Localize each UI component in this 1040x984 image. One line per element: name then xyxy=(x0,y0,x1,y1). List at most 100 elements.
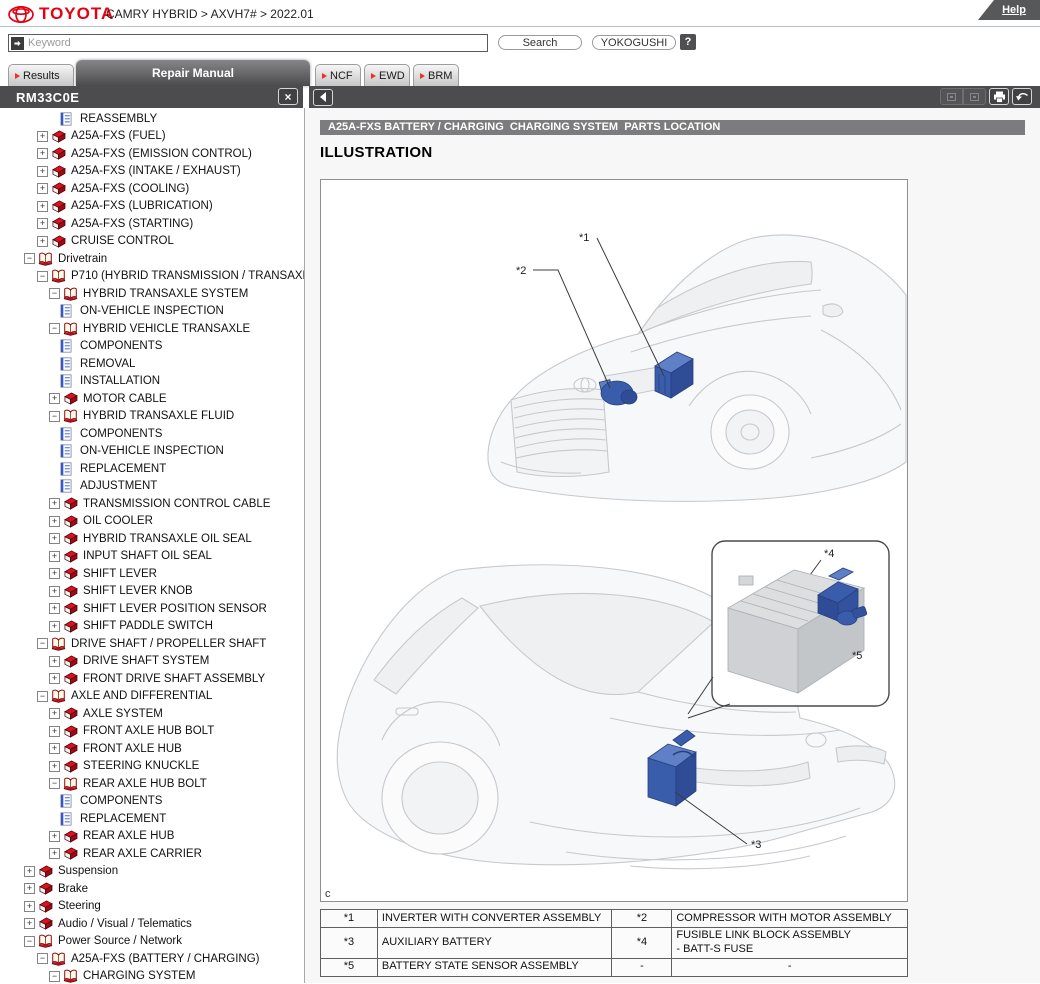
expand-box-icon[interactable]: + xyxy=(49,726,60,737)
tree-item-label[interactable]: Drivetrain xyxy=(58,253,107,265)
tree-item[interactable]: +A25A-FXS (INTAKE / EXHAUST) xyxy=(0,163,304,181)
expand-box-icon[interactable]: + xyxy=(49,708,60,719)
tree-item[interactable]: +A25A-FXS (EMISSION CONTROL) xyxy=(0,145,304,163)
tree-item[interactable]: ADJUSTMENT xyxy=(0,478,304,496)
tree-item[interactable]: −Power Source / Network xyxy=(0,933,304,951)
print-button[interactable] xyxy=(989,88,1009,105)
expand-box-icon[interactable]: + xyxy=(24,883,35,894)
keyword-input[interactable] xyxy=(24,37,487,49)
expand-box-icon[interactable]: + xyxy=(49,568,60,579)
help-button[interactable]: Help xyxy=(978,0,1040,20)
collapse-box-icon[interactable]: − xyxy=(49,288,60,299)
tree-item[interactable]: + SHIFT LEVER KNOB xyxy=(0,583,304,601)
tree-item-label[interactable]: OIL COOLER xyxy=(83,515,153,527)
tree-item-label[interactable]: Audio / Visual / Telematics xyxy=(58,918,192,930)
tree-item-label[interactable]: Brake xyxy=(58,883,88,895)
collapse-box-icon[interactable]: − xyxy=(37,953,48,964)
tree-item-label[interactable]: ON-VEHICLE INSPECTION xyxy=(80,445,224,457)
tree-item[interactable]: + TRANSMISSION CONTROL CABLE xyxy=(0,495,304,513)
tree-item-label[interactable]: STEERING KNUCKLE xyxy=(83,760,199,772)
tree-item[interactable]: +SHIFT PADDLE SWITCH xyxy=(0,618,304,636)
expand-box-icon[interactable]: + xyxy=(49,586,60,597)
tree-item-label[interactable]: FRONT AXLE HUB xyxy=(83,743,182,755)
tree-item[interactable]: +DRIVE SHAFT SYSTEM xyxy=(0,653,304,671)
tree-item-label[interactable]: DRIVE SHAFT / PROPELLER SHAFT xyxy=(71,638,266,650)
tab-repair-manual[interactable]: Repair Manual xyxy=(76,60,310,86)
tree-item-label[interactable]: HYBRID TRANSAXLE OIL SEAL xyxy=(83,533,252,545)
tree-item-label[interactable]: A25A-FXS (FUEL) xyxy=(71,130,166,142)
tree-item-label[interactable]: Suspension xyxy=(58,865,118,877)
expand-box-icon[interactable]: + xyxy=(49,848,60,859)
tree-item[interactable]: + Steering xyxy=(0,898,304,916)
tree-item[interactable]: − Drivetrain xyxy=(0,250,304,268)
tab-ewd[interactable]: EWD xyxy=(364,64,410,86)
tree-item-label[interactable]: INSTALLATION xyxy=(80,375,160,387)
collapse-box-icon[interactable]: − xyxy=(49,323,60,334)
tree-item-label[interactable]: COMPONENTS xyxy=(80,340,162,352)
tree-item[interactable]: REPLACEMENT xyxy=(0,810,304,828)
tree-item-label[interactable]: CHARGING SYSTEM xyxy=(83,970,195,982)
tree-item[interactable]: + Brake xyxy=(0,880,304,898)
tree-item[interactable]: +FRONT DRIVE SHAFT ASSEMBLY xyxy=(0,670,304,688)
tree-item-label[interactable]: CRUISE CONTROL xyxy=(71,235,174,247)
tree-item[interactable]: +STEERING KNUCKLE xyxy=(0,758,304,776)
tree-item[interactable]: −REAR AXLE HUB BOLT xyxy=(0,775,304,793)
view-option-button-1[interactable] xyxy=(940,88,963,105)
tree-item[interactable]: − HYBRID VEHICLE TRANSAXLE xyxy=(0,320,304,338)
tree-item-label[interactable]: REAR AXLE HUB xyxy=(83,830,174,842)
collapse-box-icon[interactable]: − xyxy=(49,411,60,422)
tree-item[interactable]: COMPONENTS xyxy=(0,425,304,443)
tree-item[interactable]: −CHARGING SYSTEM xyxy=(0,968,304,984)
expand-box-icon[interactable]: + xyxy=(49,393,60,404)
expand-box-icon[interactable]: + xyxy=(49,516,60,527)
tree-item[interactable]: +A25A-FXS (FUEL) xyxy=(0,128,304,146)
tree-item-label[interactable]: FRONT AXLE HUB BOLT xyxy=(83,725,214,737)
tree-item-label[interactable]: A25A-FXS (BATTERY / CHARGING) xyxy=(71,953,260,965)
tree-item-label[interactable]: ON-VEHICLE INSPECTION xyxy=(80,305,224,317)
expand-box-icon[interactable]: + xyxy=(24,901,35,912)
expand-box-icon[interactable]: + xyxy=(49,498,60,509)
tree-item[interactable]: REMOVAL xyxy=(0,355,304,373)
tree-item-label[interactable]: COMPONENTS xyxy=(80,428,162,440)
tree-item[interactable]: COMPONENTS xyxy=(0,793,304,811)
tree-item[interactable]: REASSEMBLY xyxy=(0,110,304,128)
tree-item-label[interactable]: Steering xyxy=(58,900,101,912)
tree-item[interactable]: − A25A-FXS (BATTERY / CHARGING) xyxy=(0,950,304,968)
tree-item-label[interactable]: REPLACEMENT xyxy=(80,463,166,475)
expand-box-icon[interactable]: + xyxy=(49,621,60,632)
tree-item[interactable]: +REAR AXLE CARRIER xyxy=(0,845,304,863)
tree-item-label[interactable]: TRANSMISSION CONTROL CABLE xyxy=(83,498,270,510)
expand-box-icon[interactable]: + xyxy=(24,918,35,929)
tree-item[interactable]: + CRUISE CONTROL xyxy=(0,233,304,251)
tree-item[interactable]: + A25A-FXS (LUBRICATION) xyxy=(0,198,304,216)
collapse-box-icon[interactable]: − xyxy=(37,271,48,282)
tree-item-label[interactable]: REPLACEMENT xyxy=(80,813,166,825)
expand-box-icon[interactable]: + xyxy=(49,551,60,562)
tree-item-label[interactable]: HYBRID TRANSAXLE FLUID xyxy=(83,410,234,422)
collapse-box-icon[interactable]: − xyxy=(24,253,35,264)
tree-item-label[interactable]: A25A-FXS (EMISSION CONTROL) xyxy=(71,148,252,160)
tree-item-label[interactable]: REASSEMBLY xyxy=(80,113,157,125)
tree-item[interactable]: +SHIFT LEVER xyxy=(0,565,304,583)
tree-item[interactable]: + FRONT AXLE HUB BOLT xyxy=(0,723,304,741)
tree-item[interactable]: ON-VEHICLE INSPECTION xyxy=(0,303,304,321)
tree-item-label[interactable]: FRONT DRIVE SHAFT ASSEMBLY xyxy=(83,673,265,685)
tree-item[interactable]: +A25A-FXS (COOLING) xyxy=(0,180,304,198)
tree-item-label[interactable]: SHIFT LEVER POSITION SENSOR xyxy=(83,603,267,615)
tree-item[interactable]: COMPONENTS xyxy=(0,338,304,356)
expand-box-icon[interactable]: + xyxy=(37,183,48,194)
expand-box-icon[interactable]: + xyxy=(37,201,48,212)
tree-item-label[interactable]: A25A-FXS (LUBRICATION) xyxy=(71,200,213,212)
tree-item-label[interactable]: HYBRID VEHICLE TRANSAXLE xyxy=(83,323,250,335)
expand-box-icon[interactable]: + xyxy=(37,236,48,247)
tree-item-label[interactable]: AXLE SYSTEM xyxy=(83,708,163,720)
tree-item-label[interactable]: P710 (HYBRID TRANSMISSION / TRANSAXLE) xyxy=(71,270,305,282)
tree-item[interactable]: −DRIVE SHAFT / PROPELLER SHAFT xyxy=(0,635,304,653)
expand-box-icon[interactable]: + xyxy=(49,743,60,754)
view-option-button-2[interactable] xyxy=(963,88,986,105)
tree-item[interactable]: +HYBRID TRANSAXLE OIL SEAL xyxy=(0,530,304,548)
tree-item-label[interactable]: AXLE AND DIFFERENTIAL xyxy=(71,690,212,702)
tree-item-label[interactable]: REMOVAL xyxy=(80,358,135,370)
tree-item-label[interactable]: SHIFT LEVER KNOB xyxy=(83,585,193,597)
tree-item[interactable]: + OIL COOLER xyxy=(0,513,304,531)
